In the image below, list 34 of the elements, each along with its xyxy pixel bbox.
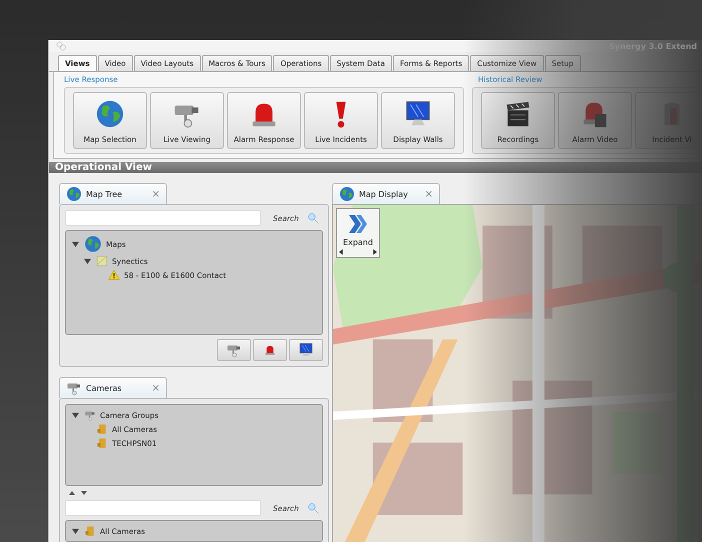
map-icon — [96, 255, 108, 267]
search-icon — [306, 212, 320, 224]
section-title: Operational View — [55, 162, 152, 173]
search-field[interactable] — [65, 210, 261, 226]
folder-icon — [96, 437, 108, 449]
warning-icon — [108, 269, 120, 281]
chevron-icon — [346, 212, 370, 236]
tool-button[interactable] — [253, 339, 287, 361]
tab-label: Map Tree — [86, 190, 124, 198]
globe-icon — [95, 99, 125, 129]
expand-toggle[interactable] — [72, 240, 79, 248]
monitor-icon — [298, 342, 314, 358]
expand-button[interactable]: Expand — [336, 208, 380, 258]
globe-icon — [84, 235, 102, 253]
panel-tab[interactable]: Map Display × — [332, 183, 440, 204]
globe-icon — [66, 186, 82, 202]
panel-tab[interactable]: Map Tree × — [59, 183, 167, 204]
tool-button[interactable] — [289, 339, 323, 361]
scroll-arrows-icon — [339, 249, 377, 255]
expand-toggle[interactable] — [84, 258, 91, 264]
camera-icon — [84, 409, 96, 421]
folder-icon — [96, 423, 108, 435]
tab-label: Map Display — [359, 190, 409, 198]
tool-button[interactable] — [217, 339, 251, 361]
search-field[interactable] — [65, 500, 261, 516]
tab-label: Cameras — [86, 384, 123, 392]
panel-tab[interactable]: Cameras × — [59, 377, 167, 398]
folder-icon — [84, 525, 96, 537]
search-icon — [306, 502, 320, 514]
expand-toggle[interactable] — [72, 528, 79, 534]
expand-toggle[interactable] — [72, 412, 79, 418]
beacon-icon — [264, 344, 276, 356]
globe-icon — [339, 186, 355, 202]
splitter-arrows-icon[interactable] — [69, 490, 89, 496]
